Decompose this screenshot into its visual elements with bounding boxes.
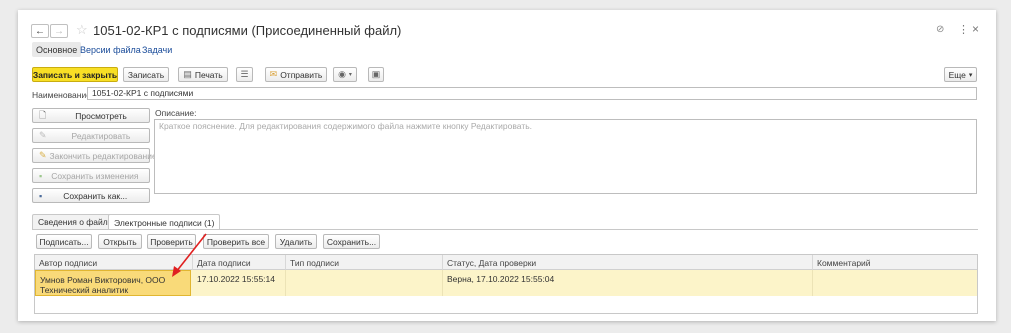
- save-as-label: Сохранить как...: [63, 190, 128, 201]
- author-name: Умнов Роман Викторович, ООО: [40, 275, 166, 285]
- signature-menu-button[interactable]: ◉ ▾: [333, 67, 357, 82]
- forward-button[interactable]: →: [50, 24, 68, 38]
- forward-arrow-icon: →: [54, 25, 64, 37]
- document-icon: 🗋: [39, 109, 47, 120]
- back-arrow-icon: ←: [35, 25, 45, 37]
- page-title: 1051-02-КР1 с подписями (Присоединенный …: [93, 23, 402, 38]
- tab-file-info[interactable]: Сведения о файле: [32, 214, 119, 229]
- edit-icon: ✎: [39, 130, 47, 140]
- save-as-button[interactable]: ▪ Сохранить как...: [32, 188, 150, 203]
- encrypt-button[interactable]: ▣: [368, 67, 384, 82]
- tab-electronic-signatures[interactable]: Электронные подписи (1): [108, 214, 221, 230]
- tab-tasks[interactable]: Задачи: [142, 45, 172, 55]
- print-button[interactable]: ▤ Печать: [178, 67, 228, 82]
- annotation-arrow: [172, 233, 207, 277]
- save-changes-button[interactable]: ▪ Сохранить изменения: [32, 168, 150, 183]
- comment-cell[interactable]: [813, 270, 977, 296]
- tab-file-versions[interactable]: Версии файла: [80, 45, 141, 55]
- author-position: Технический аналитик: [40, 285, 129, 295]
- edit-label: Редактировать: [71, 130, 131, 141]
- name-input[interactable]: 1051-02-КР1 с подписями: [87, 87, 977, 100]
- file-card-window: ← → ☆ 1051-02-КР1 с подписями (Присоедин…: [18, 10, 996, 321]
- report-button[interactable]: ☰: [236, 67, 253, 82]
- encrypt-icon: ▣: [371, 69, 381, 79]
- envelope-icon: ✉: [269, 69, 278, 79]
- more-button[interactable]: Еще ▾: [944, 67, 977, 82]
- star-icon[interactable]: ☆: [76, 22, 88, 38]
- finish-editing-label: Закончить редактирование: [49, 150, 157, 161]
- description-label: Описание:: [155, 108, 197, 118]
- chevron-down-icon: ▾: [348, 72, 352, 78]
- column-header-comment[interactable]: Комментарий: [813, 255, 977, 270]
- view-label: Просмотреть: [75, 110, 127, 121]
- chevron-down-icon: ▾: [968, 71, 973, 79]
- status-cell[interactable]: Верна, 17.10.2022 15:55:04: [443, 270, 813, 296]
- name-label: Наименование:: [32, 90, 94, 100]
- printer-icon: ▤: [183, 69, 192, 79]
- link-icon[interactable]: ⊘: [936, 24, 944, 35]
- more-vertical-icon[interactable]: ⋮: [958, 23, 969, 36]
- report-icon: ☰: [240, 69, 249, 79]
- seal-icon: ◉: [338, 69, 346, 79]
- more-label: Еще: [948, 69, 966, 80]
- save-changes-icon: ▪: [39, 170, 43, 181]
- finish-editing-button[interactable]: ✎ Закончить редактирование: [32, 148, 157, 163]
- print-label: Печать: [194, 69, 223, 80]
- close-icon[interactable]: ×: [972, 22, 979, 36]
- floppy-icon: ▪: [39, 190, 43, 201]
- description-textarea[interactable]: Краткое пояснение. Для редактирования со…: [154, 119, 977, 194]
- save-signature-button[interactable]: Сохранить...: [323, 234, 380, 249]
- save-and-close-button[interactable]: Записать и закрыть: [32, 67, 118, 82]
- sign-button[interactable]: Подписать...: [36, 234, 92, 249]
- save-button[interactable]: Записать: [123, 67, 169, 82]
- tab-main[interactable]: Основное: [32, 42, 82, 57]
- column-header-status[interactable]: Статус, Дата проверки: [443, 255, 813, 270]
- type-cell[interactable]: [286, 270, 443, 296]
- column-header-type[interactable]: Тип подписи: [286, 255, 443, 270]
- delete-signature-button[interactable]: Удалить: [275, 234, 317, 249]
- send-button[interactable]: ✉ Отправить: [265, 67, 327, 82]
- back-button[interactable]: ←: [31, 24, 49, 38]
- view-button[interactable]: 🗋 Просмотреть: [32, 108, 150, 123]
- finish-edit-icon: ✎: [39, 150, 47, 160]
- send-label: Отправить: [280, 69, 323, 80]
- edit-button[interactable]: ✎ Редактировать: [32, 128, 150, 143]
- save-changes-label: Сохранить изменения: [51, 170, 139, 181]
- open-signature-button[interactable]: Открыть: [98, 234, 142, 249]
